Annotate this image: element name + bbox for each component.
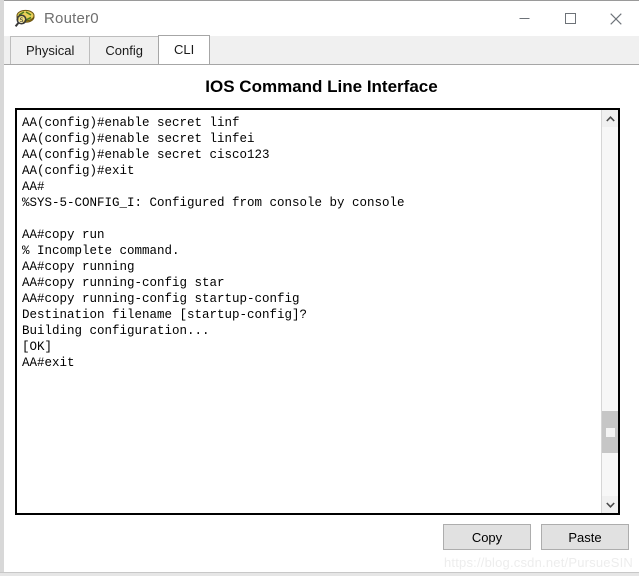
terminal-scrollbar[interactable] [601, 110, 618, 513]
minimize-button[interactable] [501, 1, 547, 36]
page-title: IOS Command Line Interface [205, 77, 438, 96]
router-icon: S [14, 9, 36, 29]
title-bar: S Router0 [4, 1, 639, 36]
terminal-line: AA(config)#enable secret linf [22, 116, 240, 130]
terminal-line: AA#copy running-config star [22, 276, 225, 290]
terminal-line: AA#copy running-config startup-config [22, 292, 300, 306]
watermark: https://blog.csdn.net/PursueSIN [443, 555, 633, 570]
terminal-line: AA#copy running [22, 260, 135, 274]
terminal-output[interactable]: AA(config)#enable secret linf AA(config)#… [17, 110, 601, 513]
window-bottom-edge [0, 572, 639, 576]
terminal-line: Building configuration... [22, 324, 210, 338]
tab-config[interactable]: Config [89, 36, 159, 64]
close-button[interactable] [593, 1, 639, 36]
copy-button[interactable]: Copy [443, 524, 531, 550]
paste-button[interactable]: Paste [541, 524, 629, 550]
terminal-line: % Incomplete command. [22, 244, 180, 258]
tab-strip: Physical Config CLI [4, 35, 639, 65]
cli-panel: IOS Command Line Interface AA(config)#en… [4, 65, 639, 570]
terminal-line: AA#copy run [22, 228, 105, 242]
chevron-down-icon [605, 501, 615, 508]
tab-physical[interactable]: Physical [10, 36, 91, 64]
terminal-line: AA(config)#enable secret cisco123 [22, 148, 270, 162]
scrollbar-thumb[interactable] [602, 411, 618, 454]
scrollbar-thumb-grip [605, 427, 615, 437]
close-icon [610, 12, 622, 25]
minimize-icon [519, 18, 529, 19]
window-controls [501, 1, 639, 36]
terminal-line: [OK] [22, 340, 53, 354]
tab-cli[interactable]: CLI [158, 35, 211, 64]
terminal-line: %SYS-5-CONFIG_I: Configured from console… [22, 196, 405, 210]
scrollbar-up-button[interactable] [602, 110, 618, 127]
scrollbar-track[interactable] [602, 127, 618, 496]
window-title: Router0 [44, 10, 99, 27]
router-cli-window: S Router0 Physical Config CLI IOS Comman… [4, 0, 639, 570]
action-button-bar: Copy Paste [443, 524, 629, 550]
terminal-line: Destination filename [startup-config]? [22, 308, 308, 322]
terminal-line: AA#exit [22, 356, 75, 370]
svg-text:S: S [20, 17, 24, 24]
maximize-icon [564, 13, 576, 24]
terminal-line: AA(config)#exit [22, 164, 135, 178]
chevron-up-icon [605, 115, 615, 122]
maximize-button[interactable] [547, 1, 593, 36]
scrollbar-down-button[interactable] [602, 496, 618, 513]
terminal-container: AA(config)#enable secret linf AA(config)#… [15, 108, 620, 515]
terminal-line: AA(config)#enable secret linfei [22, 132, 255, 146]
terminal-line: AA# [22, 180, 45, 194]
